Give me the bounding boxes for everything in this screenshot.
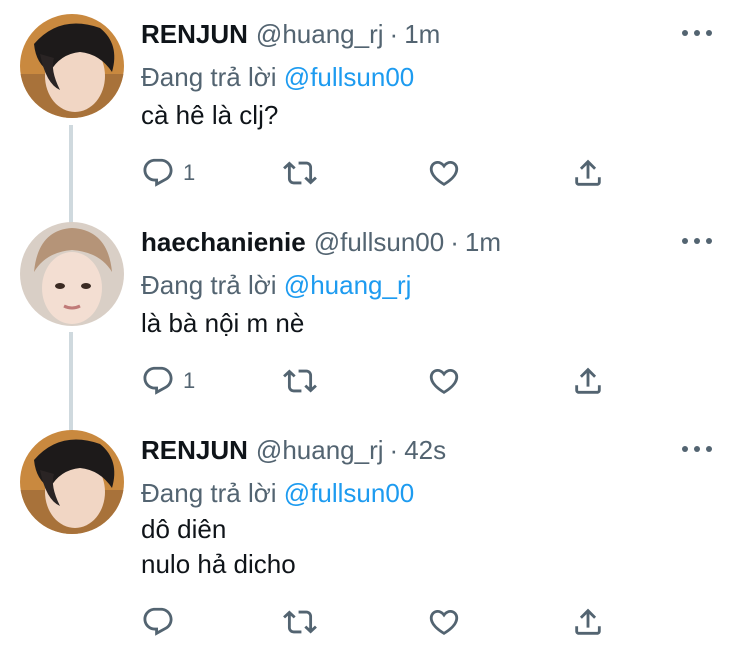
retweet-button[interactable] bbox=[283, 361, 317, 401]
replying-to: Đang trả lời @huang_rj bbox=[141, 270, 411, 301]
mention-link[interactable]: @huang_rj bbox=[284, 270, 412, 300]
timestamp[interactable]: 1m bbox=[465, 227, 501, 258]
tweet-header: RENJUN @huang_rj · 1m bbox=[141, 14, 440, 54]
separator-dot: · bbox=[450, 226, 459, 257]
tweet[interactable]: RENJUN @huang_rj · 42s Đang trả lời @ful… bbox=[0, 430, 750, 648]
share-icon bbox=[575, 608, 601, 635]
replying-to: Đang trả lời @fullsun00 bbox=[141, 478, 414, 509]
tweet-text-line: dô diên bbox=[141, 514, 227, 544]
retweet-icon bbox=[283, 161, 317, 185]
like-button[interactable] bbox=[427, 602, 461, 642]
like-button[interactable] bbox=[427, 361, 461, 401]
display-name[interactable]: haechanienie bbox=[141, 227, 306, 258]
heart-icon bbox=[429, 160, 459, 186]
reply-icon bbox=[143, 158, 173, 187]
share-button[interactable] bbox=[571, 602, 605, 642]
retweet-icon bbox=[283, 369, 317, 393]
separator-dot: · bbox=[389, 18, 399, 49]
mention-link[interactable]: @fullsun00 bbox=[284, 478, 414, 508]
retweet-button[interactable] bbox=[283, 602, 317, 642]
reply-button[interactable]: 1 bbox=[141, 361, 195, 401]
reply-button[interactable]: 1 bbox=[141, 153, 195, 193]
display-name[interactable]: RENJUN bbox=[141, 19, 248, 50]
timestamp[interactable]: 1m bbox=[404, 19, 440, 50]
replying-prefix: Đang trả lời bbox=[141, 62, 277, 92]
handle[interactable]: @huang_rj bbox=[256, 435, 384, 466]
share-icon bbox=[575, 367, 601, 394]
reply-count: 1 bbox=[183, 368, 196, 393]
retweet-icon bbox=[283, 610, 317, 634]
share-icon bbox=[575, 159, 601, 186]
avatar[interactable] bbox=[20, 222, 124, 326]
tweet-text: cà hê là clj? bbox=[141, 98, 278, 133]
mention-link[interactable]: @fullsun00 bbox=[284, 62, 414, 92]
heart-icon bbox=[429, 609, 459, 635]
tweet-text-line: nulo hả dicho bbox=[141, 549, 296, 579]
action-bar: 1 bbox=[141, 153, 611, 193]
action-bar: 1 bbox=[141, 361, 611, 401]
separator-dot: · bbox=[389, 434, 399, 465]
avatar[interactable] bbox=[20, 14, 124, 118]
tweet-text-line: cà hê là clj? bbox=[141, 100, 279, 130]
share-button[interactable] bbox=[571, 153, 605, 193]
more-icon[interactable] bbox=[682, 26, 712, 40]
reply-button[interactable] bbox=[141, 602, 183, 642]
reply-count: 1 bbox=[183, 160, 196, 185]
tweet-text-line: là bà nội m nè bbox=[141, 308, 305, 338]
handle[interactable]: @huang_rj bbox=[256, 19, 384, 50]
replying-prefix: Đang trả lời bbox=[141, 478, 277, 508]
heart-icon bbox=[429, 368, 459, 394]
retweet-button[interactable] bbox=[283, 153, 317, 193]
more-icon[interactable] bbox=[682, 442, 712, 456]
tweet-text: dô diên nulo hả dicho bbox=[141, 512, 296, 582]
tweet[interactable]: RENJUN @huang_rj · 1m Đang trả lời @full… bbox=[0, 14, 750, 204]
tweet-header: RENJUN @huang_rj · 42s bbox=[141, 430, 446, 470]
display-name[interactable]: RENJUN bbox=[141, 435, 248, 466]
more-icon[interactable] bbox=[682, 234, 712, 248]
reply-icon bbox=[143, 366, 173, 395]
like-button[interactable] bbox=[427, 153, 461, 193]
action-bar bbox=[141, 602, 611, 642]
replying-prefix: Đang trả lời bbox=[141, 270, 277, 300]
replying-to: Đang trả lời @fullsun00 bbox=[141, 62, 414, 93]
timestamp[interactable]: 42s bbox=[404, 435, 446, 466]
handle[interactable]: @fullsun00 bbox=[314, 227, 444, 258]
avatar[interactable] bbox=[20, 430, 124, 534]
tweet[interactable]: haechanienie @fullsun00 · 1m Đang trả lờ… bbox=[0, 222, 750, 412]
reply-icon bbox=[143, 607, 173, 636]
tweet-text: là bà nội m nè bbox=[141, 306, 304, 341]
tweet-header: haechanienie @fullsun00 · 1m bbox=[141, 222, 501, 262]
share-button[interactable] bbox=[571, 361, 605, 401]
